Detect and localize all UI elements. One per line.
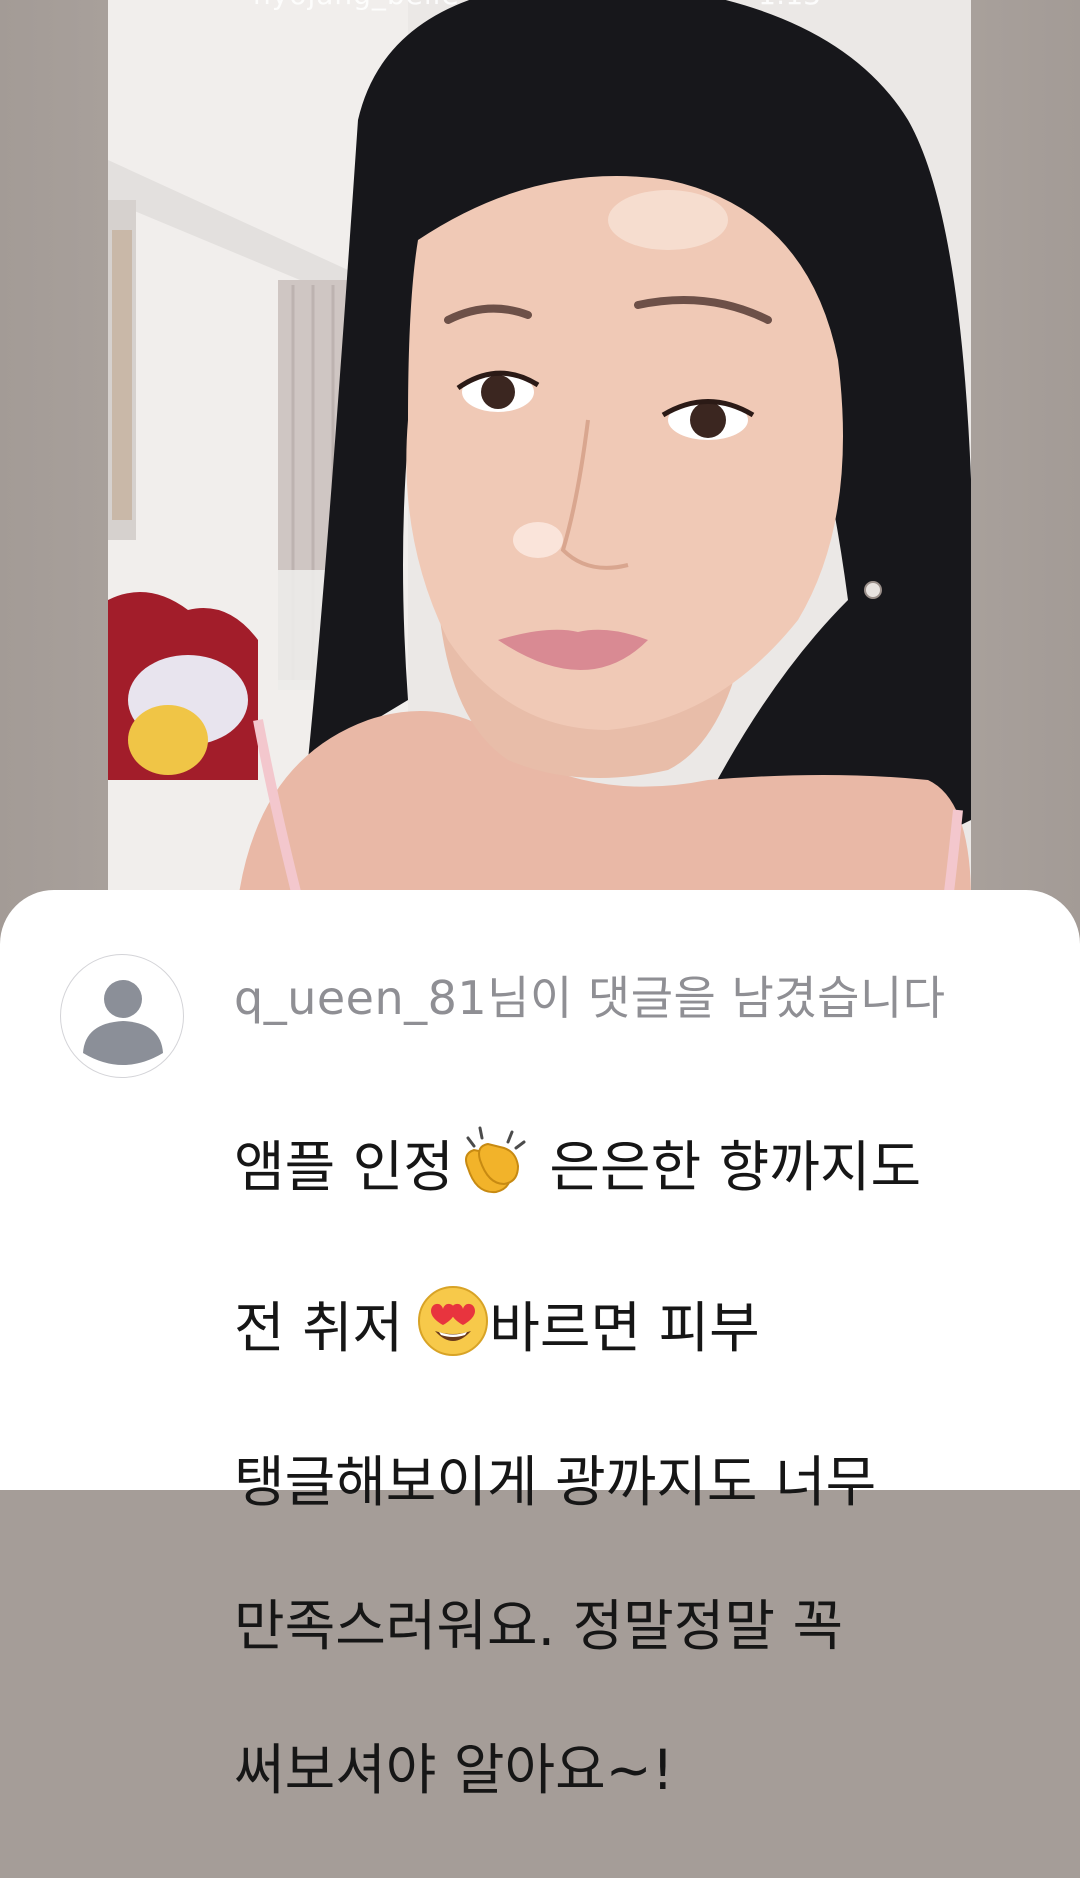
comment-line-4: 만족스러워요. 정말정말 꼭 [234, 1594, 844, 1658]
comment-card: q_ueen_81님이 댓글을 남겼습니다 앰플 인정 은은한 향까지도 전 취… [0, 890, 1080, 1802]
video-time-overlay: 1:13 [758, 0, 821, 11]
heart-eyes-face-icon [417, 1285, 489, 1374]
comment-header: q_ueen_81님이 댓글을 남겼습니다 [234, 971, 946, 1025]
comment-body: 앰플 인정 은은한 향까지도 전 취저 바르면 피부 탱글해보이게 광까지도 너… [234, 1052, 1034, 1878]
comment-line-1-before: 앰플 인정 [234, 1135, 454, 1199]
default-user-avatar-icon[interactable] [60, 954, 184, 1078]
comment-line-2-after: 바르면 피부 [489, 1296, 760, 1360]
avatar-silhouette [83, 980, 163, 1065]
clapping-hands-icon [454, 1124, 532, 1213]
video-frame[interactable]: hyojang_belle 1:13 [108, 0, 971, 900]
comment-line-2-before: 전 취저 [234, 1296, 404, 1360]
comment-line-1-after: 은은한 향까지도 [531, 1135, 922, 1199]
video-username-overlay: hyojang_belle [253, 0, 460, 11]
comment-line-1: 앰플 인정 은은한 향까지도 [234, 1124, 1034, 1213]
comment-line-3: 탱글해보이게 광까지도 너무 [234, 1450, 877, 1514]
video-still [108, 0, 971, 900]
comment-line-5: 써보셔야 알아요~! [234, 1738, 674, 1802]
comment-line-2: 전 취저 바르면 피부 [234, 1285, 1034, 1374]
